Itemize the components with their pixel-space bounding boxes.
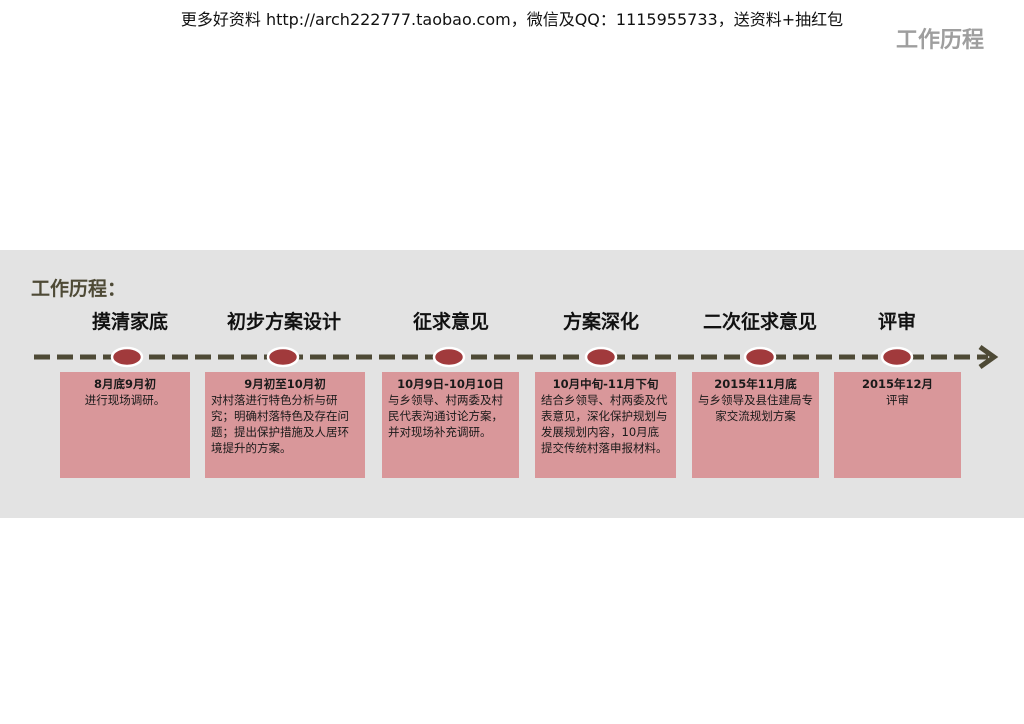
stage-box-4: 10月中旬-11月下旬 结合乡领导、村两委及代表意见，深化保护规划与发展规划内容…	[535, 372, 676, 478]
timeline-node-2	[266, 346, 300, 368]
stage-date-2: 9月初至10月初	[244, 377, 326, 391]
stage-date-4: 10月中旬-11月下旬	[552, 377, 659, 391]
stage-desc-6: 评审	[886, 393, 909, 407]
stage-box-1: 8月底9月初 进行现场调研。	[60, 372, 190, 478]
stage-date-3: 10月9日-10月10日	[397, 377, 504, 391]
stage-desc-5: 与乡领导及县住建局专家交流规划方案	[698, 393, 813, 423]
timeline-node-6	[880, 346, 914, 368]
stage-date-6: 2015年12月	[861, 377, 933, 391]
stage-desc-2: 对村落进行特色分析与研究；明确村落特色及存在问题；提出保护措施及人居环境提升的方…	[211, 393, 349, 455]
timeline-node-4	[584, 346, 618, 368]
stage-box-3: 10月9日-10月10日 与乡领导、村两委及村民代表沟通讨论方案，并对现场补充调…	[382, 372, 519, 478]
stage-box-5: 2015年11月底 与乡领导及县住建局专家交流规划方案	[692, 372, 819, 478]
stage-desc-3: 与乡领导、村两委及村民代表沟通讨论方案，并对现场补充调研。	[388, 393, 503, 439]
stage-desc-4: 结合乡领导、村两委及代表意见，深化保护规划与发展规划内容，10月底提交传统村落申…	[541, 393, 668, 455]
stage-date-5: 2015年11月底	[714, 377, 797, 391]
timeline-node-5	[743, 346, 777, 368]
timeline-graphic	[34, 344, 999, 370]
stage-date-1: 8月底9月初	[93, 377, 156, 391]
stage-box-2: 9月初至10月初 对村落进行特色分析与研究；明确村落特色及存在问题；提出保护措施…	[205, 372, 365, 478]
timeline-node-1	[110, 346, 144, 368]
stage-desc-1: 进行现场调研。	[84, 393, 166, 407]
stage-box-6: 2015年12月 评审	[834, 372, 961, 478]
timeline-node-3	[432, 346, 466, 368]
